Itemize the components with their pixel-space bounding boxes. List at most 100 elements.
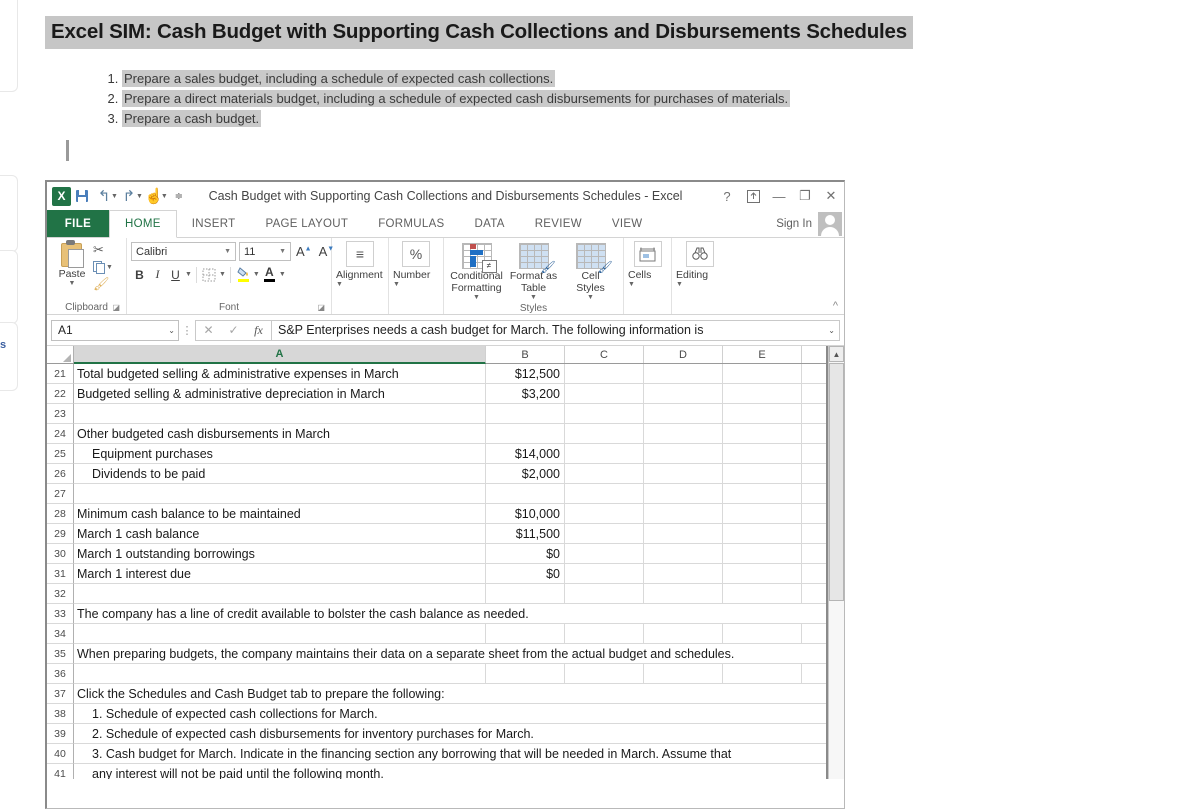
font-dialog-launcher-icon[interactable]: ◪ <box>317 303 325 312</box>
grid-cell[interactable]: $0 <box>486 544 565 564</box>
grid-cell[interactable] <box>644 664 723 684</box>
format-as-table-caret-icon[interactable]: ▼ <box>530 294 537 301</box>
ribbon-display-options-icon[interactable] <box>740 183 766 209</box>
paste-caret-icon[interactable]: ▼ <box>69 280 76 287</box>
touch-mode-caret-icon[interactable]: ▼ <box>161 193 168 200</box>
row-header[interactable]: 41 <box>47 764 74 779</box>
conditional-formatting-button[interactable]: ≠ Conditional Formatting ▼ <box>448 240 505 303</box>
clipboard-dialog-launcher-icon[interactable]: ◪ <box>112 303 120 312</box>
grid-cell[interactable] <box>723 584 802 604</box>
editing-caret-icon[interactable]: ▼ <box>676 281 683 288</box>
grid-cell[interactable]: $2,000 <box>486 464 565 484</box>
grid-cell[interactable] <box>486 484 565 504</box>
row-header[interactable]: 29 <box>47 524 74 544</box>
grid-cell[interactable] <box>565 504 644 524</box>
italic-button[interactable]: I <box>149 265 166 284</box>
accept-formula-icon[interactable]: ✓ <box>221 323 246 337</box>
format-painter-icon[interactable]: 🖌 <box>93 276 113 292</box>
cell-styles-caret-icon[interactable]: ▼ <box>587 294 594 301</box>
grid-cell[interactable] <box>644 364 723 384</box>
grid-cell[interactable]: March 1 outstanding borrowings <box>74 544 486 564</box>
grid-cell[interactable]: $3,200 <box>486 384 565 404</box>
sign-in-area[interactable]: Sign In <box>776 210 844 237</box>
collapse-ribbon-icon[interactable]: ^ <box>833 300 838 312</box>
grid-cell[interactable] <box>565 584 644 604</box>
avatar[interactable] <box>818 212 842 236</box>
grid-cell[interactable] <box>644 424 723 444</box>
restore-icon[interactable]: ❐ <box>792 183 818 209</box>
grid-cell[interactable] <box>723 444 802 464</box>
grid-cell[interactable]: March 1 interest due <box>74 564 486 584</box>
row-header[interactable]: 39 <box>47 724 74 744</box>
tab-file[interactable]: FILE <box>47 210 109 237</box>
row-header[interactable]: 28 <box>47 504 74 524</box>
cells-group-body[interactable]: Cells ▼ <box>628 240 667 300</box>
row-header[interactable]: 26 <box>47 464 74 484</box>
grid-cell[interactable]: any interest will not be paid until the … <box>74 764 844 779</box>
conditional-formatting-caret-icon[interactable]: ▼ <box>473 294 480 301</box>
row-header[interactable]: 32 <box>47 584 74 604</box>
cell-styles-button[interactable]: 🖌 Cell Styles ▼ <box>562 240 619 303</box>
number-caret-icon[interactable]: ▼ <box>393 281 400 288</box>
font-size-combo[interactable]: 11 ▼ <box>239 242 291 261</box>
save-icon[interactable] <box>71 185 93 207</box>
bold-button[interactable]: B <box>131 265 148 284</box>
column-header-b[interactable]: B <box>486 346 565 363</box>
row-header[interactable]: 35 <box>47 644 74 664</box>
formula-input[interactable]: S&P Enterprises needs a cash budget for … <box>272 320 840 341</box>
grid-cell[interactable] <box>565 364 644 384</box>
grid-cell[interactable] <box>723 424 802 444</box>
grid-cell[interactable]: $10,000 <box>486 504 565 524</box>
row-header[interactable]: 24 <box>47 424 74 444</box>
grow-font-icon[interactable]: A▲ <box>294 244 314 259</box>
cut-icon[interactable]: ✂ <box>93 242 113 258</box>
grid-cell[interactable] <box>723 384 802 404</box>
minimize-icon[interactable]: — <box>766 183 792 209</box>
number-group-body[interactable]: % Number ▼ <box>393 240 439 300</box>
grid-cell[interactable]: Equipment purchases <box>74 444 486 464</box>
chevron-down-icon[interactable]: ▼ <box>222 248 233 255</box>
grid-cell[interactable] <box>565 444 644 464</box>
editing-group-body[interactable]: Editing ▼ <box>676 240 723 300</box>
underline-caret-icon[interactable]: ▼ <box>185 271 192 278</box>
grid-cell[interactable] <box>644 384 723 404</box>
grid-cell[interactable] <box>644 584 723 604</box>
select-all-corner[interactable] <box>47 346 74 363</box>
grid-cell[interactable]: $11,500 <box>486 524 565 544</box>
grid-cell[interactable] <box>644 444 723 464</box>
copy-icon[interactable]: ▼ <box>93 259 113 275</box>
scroll-up-icon[interactable]: ▲ <box>829 346 844 362</box>
row-header[interactable]: 31 <box>47 564 74 584</box>
grid-cell[interactable] <box>565 424 644 444</box>
grid-cell[interactable] <box>565 404 644 424</box>
alignment-caret-icon[interactable]: ▼ <box>336 281 343 288</box>
grid-cell[interactable] <box>565 564 644 584</box>
row-header[interactable]: 33 <box>47 604 74 624</box>
grid-cell[interactable] <box>644 404 723 424</box>
undo-caret-icon[interactable]: ▼ <box>111 193 118 200</box>
grid-cell[interactable] <box>74 484 486 504</box>
copy-caret-icon[interactable]: ▼ <box>106 264 113 271</box>
row-header[interactable]: 23 <box>47 404 74 424</box>
grid-cell[interactable] <box>74 584 486 604</box>
grid-cell[interactable] <box>723 484 802 504</box>
row-header[interactable]: 36 <box>47 664 74 684</box>
grid-cell[interactable]: $0 <box>486 564 565 584</box>
grid-cell[interactable]: Budgeted selling & administrative deprec… <box>74 384 486 404</box>
tab-review[interactable]: REVIEW <box>520 210 597 237</box>
grid-cell[interactable] <box>565 544 644 564</box>
scrollbar-thumb[interactable] <box>829 363 844 601</box>
grid-cell[interactable]: March 1 cash balance <box>74 524 486 544</box>
alignment-group-body[interactable]: ≡ Alignment ▼ <box>336 240 384 300</box>
grid-cell[interactable] <box>486 584 565 604</box>
row-header[interactable]: 30 <box>47 544 74 564</box>
grid-cell[interactable] <box>723 464 802 484</box>
column-header-c[interactable]: C <box>565 346 644 363</box>
grid-cell[interactable]: The company has a line of credit availab… <box>74 604 844 624</box>
grid-cell[interactable] <box>723 404 802 424</box>
grid-cell[interactable] <box>723 564 802 584</box>
grid-cell[interactable]: Dividends to be paid <box>74 464 486 484</box>
grid-cell[interactable] <box>723 504 802 524</box>
grid-cell[interactable]: 2. Schedule of expected cash disbursemen… <box>74 724 844 744</box>
grid-cell[interactable]: 1. Schedule of expected cash collections… <box>74 704 844 724</box>
